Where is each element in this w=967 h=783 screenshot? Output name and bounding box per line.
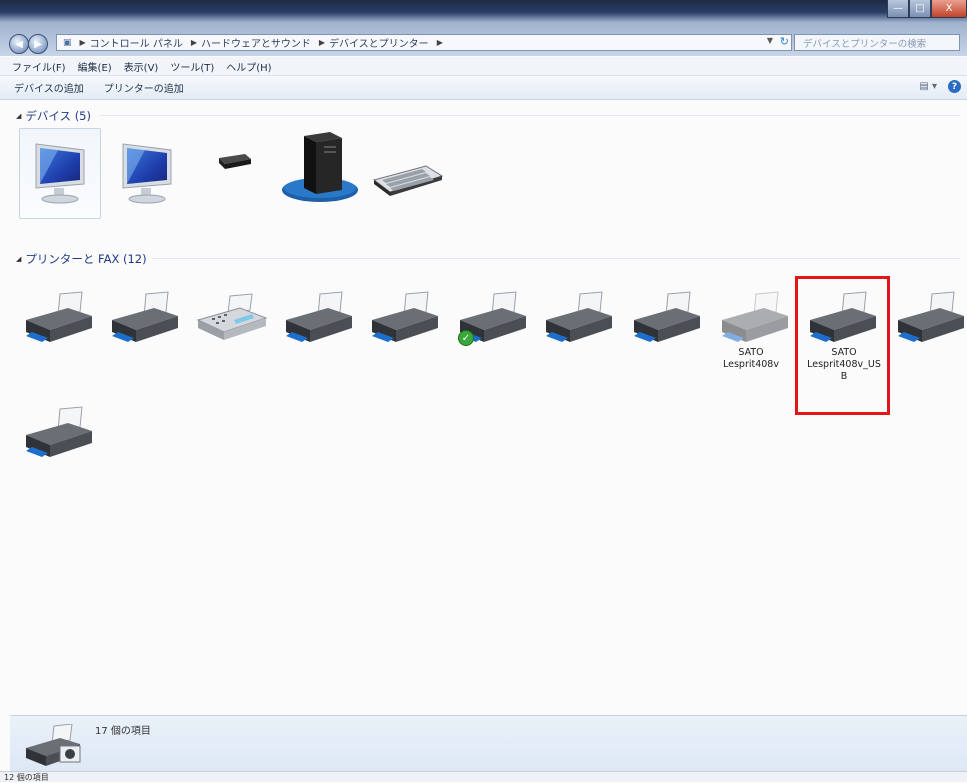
search-input[interactable]: デバイスとプリンターの検索 bbox=[794, 34, 960, 51]
close-button[interactable]: X bbox=[931, 0, 967, 18]
printer-item[interactable] bbox=[366, 290, 444, 350]
device-keyboard[interactable] bbox=[370, 160, 446, 200]
printer-icon bbox=[372, 291, 438, 342]
printer-item[interactable] bbox=[280, 290, 358, 350]
breadcrumb-control-panel[interactable]: コントロール パネル bbox=[90, 35, 183, 50]
printer-item-sato[interactable] bbox=[716, 290, 794, 350]
keyboard-icon bbox=[372, 165, 444, 196]
printer-icon bbox=[634, 291, 700, 342]
monitor-icon bbox=[35, 143, 85, 204]
printer-icon bbox=[286, 291, 352, 342]
forward-button[interactable]: ▶ bbox=[28, 34, 48, 54]
printer-item[interactable] bbox=[20, 405, 98, 465]
printer-item[interactable] bbox=[20, 290, 98, 350]
printer-icon bbox=[546, 291, 612, 342]
breadcrumb-separator-icon: ▶ bbox=[318, 38, 325, 47]
printer-icon bbox=[722, 291, 788, 342]
group-header-devices[interactable]: ◢ デバイス (5) bbox=[16, 108, 91, 124]
breadcrumb-separator-icon: ▶ bbox=[79, 38, 86, 47]
printer-camera-icon bbox=[24, 723, 84, 773]
view-options-icon[interactable]: ▤ ▾ bbox=[919, 81, 937, 92]
fax-icon bbox=[196, 293, 268, 340]
details-pane: 17 個の項目 bbox=[10, 715, 967, 772]
menu-tools[interactable]: ツール(T) bbox=[170, 59, 214, 74]
device-monitor-2[interactable] bbox=[117, 140, 177, 205]
printer-item[interactable] bbox=[540, 290, 618, 350]
usb-device-icon bbox=[219, 154, 251, 169]
address-dropdown-icon[interactable]: ▼ bbox=[767, 36, 773, 45]
group-label-printers: プリンターと FAX (12) bbox=[25, 252, 147, 266]
highlight-frame bbox=[795, 276, 890, 415]
printer-label-sato: SATO Lesprit408v bbox=[723, 347, 779, 370]
menu-bar: ファイル(F) 編集(E) 表示(V) ツール(T) ヘルプ(H) bbox=[0, 57, 967, 76]
collapse-triangle-icon: ◢ bbox=[16, 255, 22, 263]
printer-item-default[interactable]: ✓ bbox=[454, 290, 532, 350]
menu-view[interactable]: 表示(V) bbox=[124, 59, 159, 74]
breadcrumb-hardware-sound[interactable]: ハードウェアとサウンド bbox=[201, 35, 311, 50]
window-controls: — □ X bbox=[887, 0, 967, 18]
printer-item[interactable] bbox=[892, 290, 967, 350]
add-device-button[interactable]: デバイスの追加 bbox=[14, 80, 84, 95]
status-bar: 12 個の項目 bbox=[0, 771, 967, 782]
help-icon[interactable]: ? bbox=[948, 80, 961, 93]
menu-file[interactable]: ファイル(F) bbox=[12, 59, 66, 74]
monitor-icon bbox=[122, 143, 172, 204]
status-text: 12 個の項目 bbox=[4, 773, 49, 782]
breadcrumb-separator-icon: ▶ bbox=[190, 38, 198, 47]
breadcrumb-separator-icon: ▶ bbox=[436, 38, 443, 47]
device-usb[interactable] bbox=[215, 150, 255, 172]
device-computer[interactable] bbox=[280, 130, 364, 204]
add-printer-button[interactable]: プリンターの追加 bbox=[104, 80, 184, 95]
breadcrumb-devices-printers[interactable]: デバイスとプリンター bbox=[329, 35, 429, 50]
printer-icon bbox=[898, 291, 964, 342]
maximize-button[interactable]: □ bbox=[909, 0, 931, 18]
default-check-icon: ✓ bbox=[458, 330, 474, 346]
control-panel-icon: ▣ bbox=[63, 37, 72, 48]
device-monitor-1[interactable] bbox=[30, 140, 90, 205]
computer-tower-icon bbox=[282, 132, 358, 202]
printer-icon bbox=[26, 406, 92, 457]
item-count: 17 個の項目 bbox=[95, 726, 151, 737]
printer-item[interactable] bbox=[106, 290, 184, 350]
group-divider bbox=[152, 258, 960, 259]
printer-icon bbox=[26, 291, 92, 342]
printer-item[interactable] bbox=[628, 290, 706, 350]
menu-edit[interactable]: 編集(E) bbox=[78, 59, 112, 74]
refresh-icon[interactable]: ↻ bbox=[780, 35, 789, 48]
group-label-devices: デバイス (5) bbox=[25, 109, 91, 123]
title-bar: — □ X ◀ ▶ ▣ ▶ コントロール パネル ▶ ハードウェアとサウンド ▶… bbox=[0, 0, 967, 56]
printer-icon bbox=[112, 291, 178, 342]
back-button[interactable]: ◀ bbox=[9, 34, 29, 54]
menu-help[interactable]: ヘルプ(H) bbox=[226, 59, 271, 74]
group-header-printers[interactable]: ◢ プリンターと FAX (12) bbox=[16, 251, 147, 267]
minimize-button[interactable]: — bbox=[887, 0, 909, 18]
group-divider bbox=[100, 115, 960, 116]
collapse-triangle-icon: ◢ bbox=[16, 112, 22, 120]
address-bar[interactable]: ▣ ▶ コントロール パネル ▶ ハードウェアとサウンド ▶ デバイスとプリンタ… bbox=[56, 34, 792, 51]
fax-item[interactable] bbox=[194, 290, 272, 350]
command-bar: デバイスの追加 プリンターの追加 ▤ ▾ ? bbox=[0, 76, 967, 100]
